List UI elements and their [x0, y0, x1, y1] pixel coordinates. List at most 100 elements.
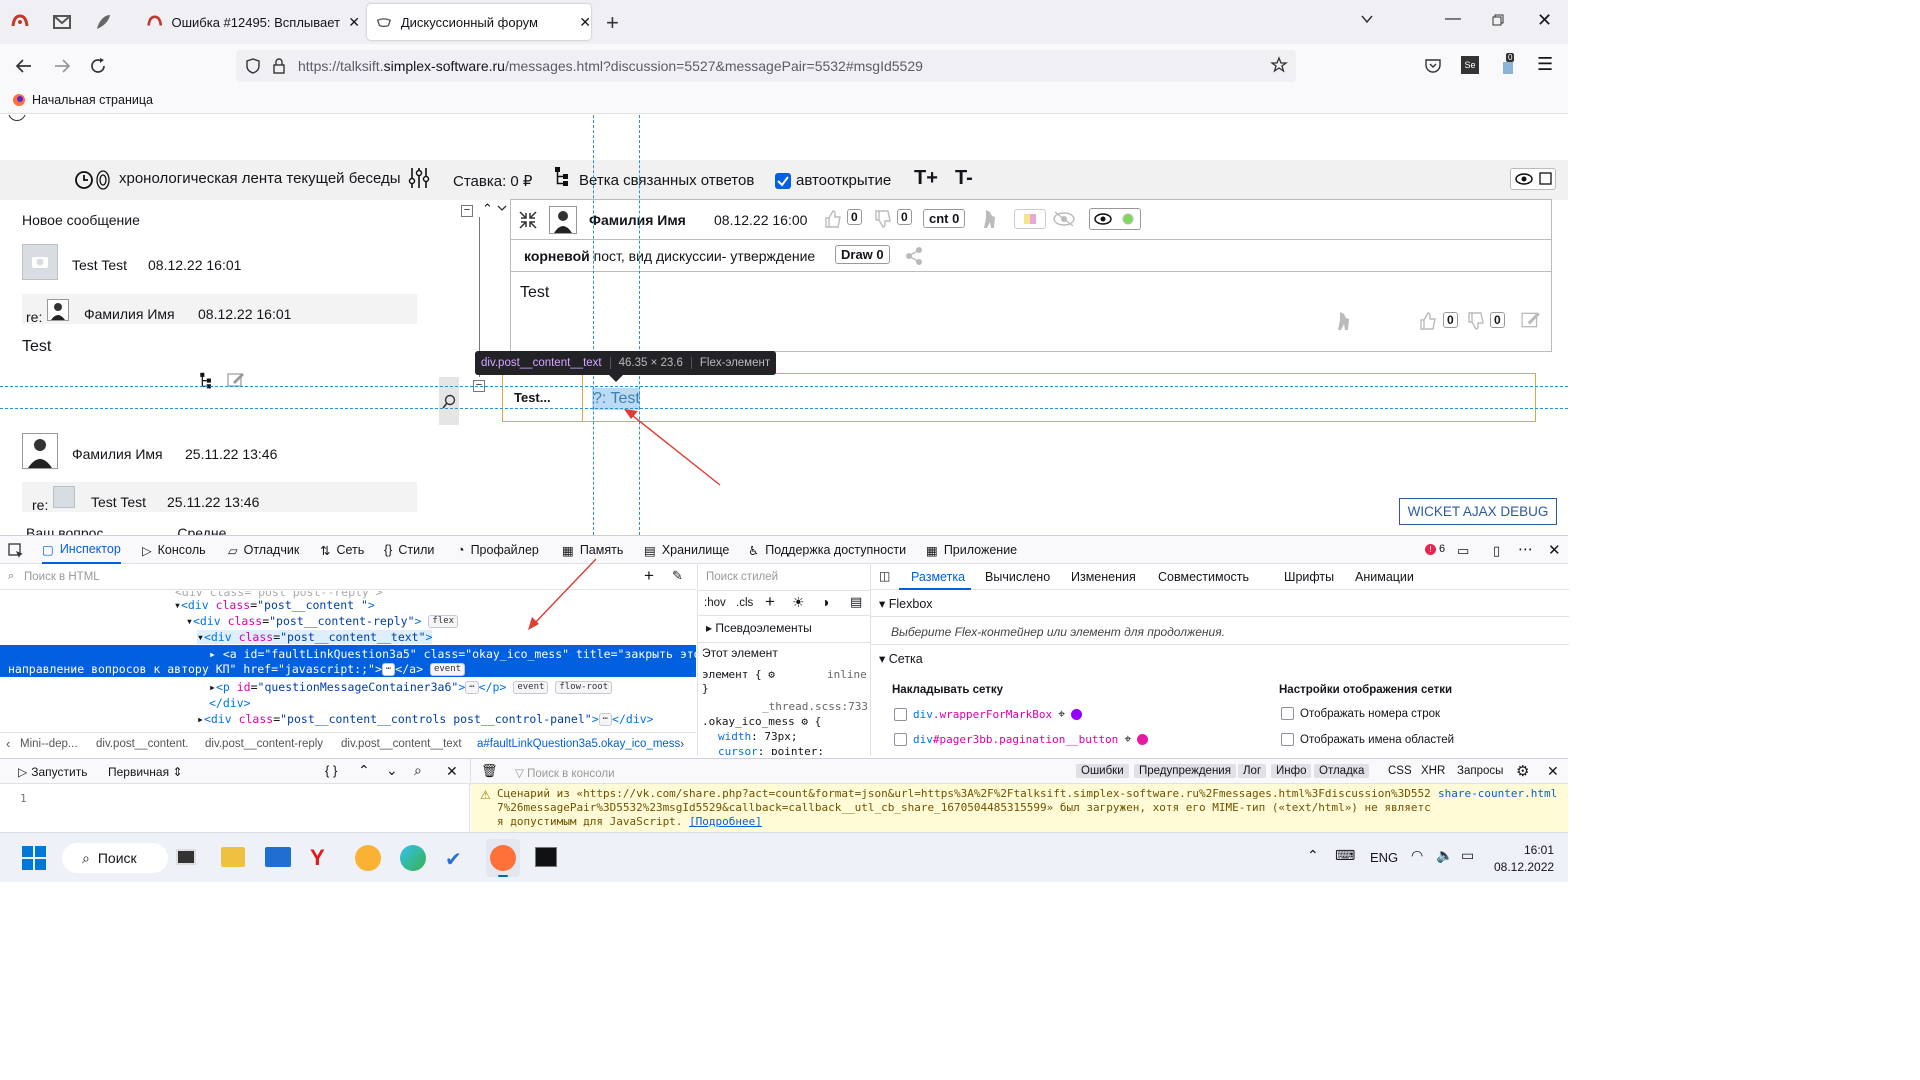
grid-item[interactable]: div#pager3bb.pagination__button ⌖ [894, 732, 1149, 747]
event-badge[interactable]: event [429, 663, 466, 676]
tab-inspector[interactable]: ▢ Инспектор [42, 536, 121, 564]
filter-info[interactable]: Инфо [1271, 764, 1312, 778]
setting-line-numbers[interactable]: Отображать номера строк [1281, 707, 1440, 720]
element-rule[interactable]: элемент { ⚙ [702, 668, 775, 681]
mail-icon[interactable] [265, 847, 291, 867]
html-search-input[interactable]: Поиск в HTML [24, 571, 100, 583]
pseudo-elements[interactable]: ▸ Псевдоэлементы [706, 621, 812, 635]
grid-item[interactable]: div.wrapperForMarkBox ⌖ [894, 707, 1083, 722]
gmail-icon[interactable] [52, 12, 72, 32]
warning-source-link[interactable]: share-counter.html [1438, 787, 1557, 800]
grid-checkbox[interactable] [894, 733, 907, 746]
tab-forum[interactable]: Дискуссионный форум ✕ [367, 4, 591, 40]
breadcrumb-item[interactable]: a#faultLinkQuestion3a5.okay_ico_mess [477, 738, 680, 750]
tab-console[interactable]: ▷ Консоль [142, 536, 206, 564]
hov-button[interactable]: :hov [704, 597, 726, 609]
tab-compatibility[interactable]: Совместимость [1158, 570, 1249, 584]
todo-icon[interactable]: ✔ [445, 847, 462, 872]
css-declaration[interactable]: width: 73px; [718, 730, 798, 743]
tab-application[interactable]: ▦ Приложение [926, 536, 1017, 564]
filter-debug[interactable]: Отладка [1314, 764, 1370, 778]
css-declaration[interactable]: cursor: pointer; [718, 745, 824, 755]
more-icon[interactable]: ⋯ [1518, 540, 1533, 558]
cls-button[interactable]: .cls [736, 597, 753, 609]
element-picker-icon[interactable] [8, 543, 24, 559]
star-icon[interactable] [1270, 56, 1288, 74]
ellipsis-badge[interactable]: ⋯ [381, 663, 396, 676]
close-icon[interactable]: ✕ [1547, 763, 1559, 780]
sidebar-toggle-icon[interactable]: ◫ [879, 569, 890, 583]
tab-network[interactable]: ⇅ Сеть [320, 536, 364, 564]
html-node[interactable]: ▸<div class="post__content__controls pos… [197, 712, 654, 726]
clock-date[interactable]: 08.12.2022 [1494, 860, 1554, 874]
window-close-button[interactable]: ✕ [1537, 10, 1552, 31]
wifi-icon[interactable]: ◠ [1411, 847, 1423, 864]
tab-layout[interactable]: Разметка [911, 570, 965, 584]
filter-errors[interactable]: Ошибки [1076, 764, 1129, 778]
lock-icon[interactable] [272, 58, 286, 74]
close-icon[interactable]: ✕ [446, 763, 458, 780]
ellipsis-badge[interactable]: ⋯ [598, 713, 613, 726]
wicket-debug-button[interactable]: WICKET AJAX DEBUG [1399, 498, 1557, 525]
grid-section[interactable]: ▾ Сетка [879, 651, 923, 666]
html-node-selected[interactable]: ▸ <a id="faultLinkQuestion3a5" class="ok… [0, 645, 696, 677]
breadcrumb-item[interactable]: div.post__content__text [341, 738, 462, 750]
tab-animations[interactable]: Анимации [1355, 570, 1414, 584]
minimize-button[interactable]: — [1445, 10, 1461, 28]
breadcrumb-item[interactable]: div.post__content. [96, 738, 189, 750]
dark-theme-icon[interactable]: ◑ [821, 594, 829, 610]
close-icon[interactable]: ✕ [579, 14, 591, 31]
console-filter-input[interactable]: ▽ Поиск в консоли [515, 766, 615, 780]
error-indicator[interactable]: ! 6 [1425, 543, 1445, 555]
chevron-up-icon[interactable]: ⌃ [1307, 847, 1319, 864]
tab-styles[interactable]: {} Стили [384, 536, 434, 564]
yandex-icon[interactable]: Y [310, 845, 325, 871]
tab-accessibility[interactable]: ♿ Поддержка доступности [748, 536, 906, 564]
pretty-print-icon[interactable]: { } [325, 763, 337, 778]
terminal-icon[interactable] [535, 847, 557, 867]
yandex-browser-icon[interactable] [355, 845, 381, 871]
light-theme-icon[interactable]: ☀ [792, 594, 805, 611]
grid-color-swatch[interactable] [1137, 734, 1149, 745]
gear-icon[interactable]: ⚙ [1516, 762, 1529, 780]
dock-icon[interactable]: ▯ [1493, 543, 1500, 559]
brand-icon[interactable] [10, 12, 30, 32]
url-text[interactable]: https://talksift.simplex-software.ru/mes… [298, 58, 923, 74]
flow-root-badge[interactable]: flow-root [555, 681, 613, 694]
feather-icon[interactable] [93, 12, 113, 32]
filter-requests[interactable]: Запросы [1457, 765, 1503, 777]
close-icon[interactable]: ✕ [1548, 541, 1561, 559]
trash-icon[interactable]: 🗑 [481, 763, 498, 779]
new-tab-button[interactable]: + [606, 10, 619, 36]
add-node-button[interactable]: + [644, 566, 654, 586]
add-rule-button[interactable]: + [765, 592, 775, 612]
chevron-up-icon[interactable]: ⌃ [358, 762, 370, 779]
clock-time[interactable]: 16:01 [1498, 843, 1554, 857]
learn-more-link[interactable]: [Подробнее] [689, 815, 762, 828]
chevron-left-icon[interactable]: ‹ [6, 736, 10, 751]
chevron-down-icon[interactable] [1360, 12, 1374, 26]
tab-storage[interactable]: ▤ Хранилище [644, 536, 729, 564]
tab-changes[interactable]: Изменения [1071, 570, 1136, 584]
filter-log[interactable]: Лог [1238, 764, 1267, 778]
event-badge[interactable]: event [513, 681, 549, 694]
chevron-right-icon[interactable]: › [680, 736, 684, 751]
keyboard-icon[interactable]: ⌨ [1335, 847, 1355, 864]
shield-icon[interactable] [244, 57, 262, 75]
rule-source-link[interactable]: _thread.scss:733 [762, 700, 868, 713]
run-button[interactable]: ▷ Запустить [18, 765, 87, 779]
file-explorer-icon[interactable] [221, 847, 245, 867]
task-view-icon[interactable] [176, 849, 196, 865]
chevron-down-icon[interactable]: ⌄ [386, 762, 398, 779]
checkbox[interactable] [1281, 733, 1294, 746]
tab-fonts[interactable]: Шрифты [1284, 570, 1334, 584]
console-editor[interactable]: 1 [0, 784, 470, 833]
gear-icon[interactable]: ⚙ [801, 715, 808, 728]
crosshair-icon[interactable]: ⌖ [1124, 732, 1131, 747]
bookmark-home[interactable]: Начальная страница [12, 93, 153, 107]
edge-icon[interactable] [400, 845, 426, 871]
filter-css[interactable]: CSS [1388, 765, 1412, 777]
windows-start-icon[interactable] [22, 846, 46, 870]
ellipsis-badge[interactable]: ⋯ [465, 681, 479, 694]
url-bar[interactable]: https://talksift.simplex-software.ru/mes… [236, 50, 1296, 82]
